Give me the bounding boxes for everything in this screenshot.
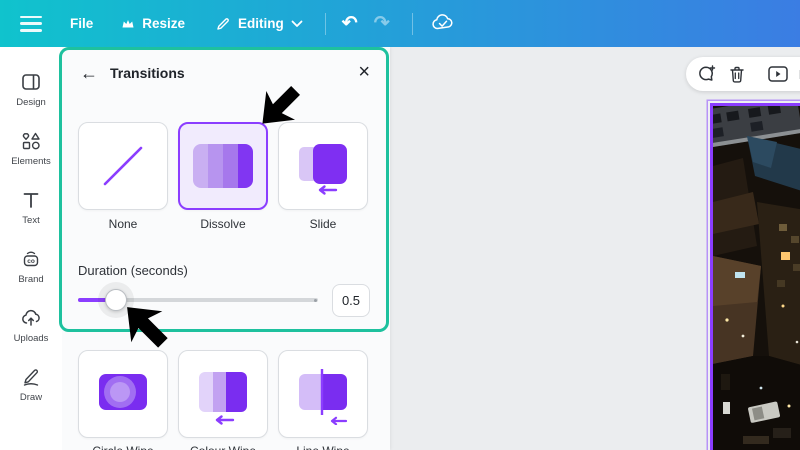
brand-icon: co — [23, 251, 39, 267]
sidebar-item-label: Uploads — [13, 333, 49, 344]
video-edit-icon[interactable] — [768, 66, 788, 82]
duration-slider[interactable] — [78, 282, 318, 318]
slide-transition-icon — [299, 144, 347, 195]
uploads-icon — [22, 309, 40, 326]
duration-label: Duration (seconds) — [78, 263, 188, 278]
line-wipe-transition-icon — [299, 369, 348, 425]
sidebar-item-text[interactable]: Text — [0, 178, 62, 237]
resize-label: Resize — [142, 16, 186, 31]
draw-icon — [23, 369, 39, 386]
page-actions-toolbar: E — [686, 57, 800, 91]
transition-label-dissolve: Dissolve — [200, 217, 246, 231]
sidebar-item-design[interactable]: Design — [0, 60, 62, 119]
crown-icon — [122, 19, 134, 27]
sidebar-item-brand[interactable]: co Brand — [0, 237, 62, 296]
transition-label-slide: Slide — [309, 217, 337, 231]
sidebar-item-label: Brand — [18, 274, 44, 285]
none-transition-icon — [103, 146, 143, 186]
sidebar-item-elements[interactable]: Elements — [0, 119, 62, 178]
redo-button[interactable]: ↷ — [374, 14, 390, 33]
file-menu-label: File — [70, 16, 94, 31]
transition-option-colour-wipe[interactable] — [178, 350, 268, 438]
transition-label-colour-wipe: Colour Wipe — [178, 444, 268, 450]
dissolve-transition-icon — [193, 144, 253, 188]
chevron-down-icon — [291, 20, 303, 27]
comment-icon[interactable] — [697, 64, 717, 84]
back-arrow-icon[interactable]: ← — [80, 63, 98, 84]
pencil-icon — [217, 17, 229, 30]
slider-end-marker — [314, 299, 317, 302]
top-bar: File Resize Editing ↶ ↷ — [0, 0, 800, 47]
elements-icon — [22, 132, 40, 150]
text-icon — [23, 193, 39, 208]
topbar-divider — [411, 12, 413, 35]
panel-header: ← Transitions × — [62, 61, 390, 91]
close-icon[interactable]: × — [358, 62, 370, 82]
trash-icon[interactable] — [728, 65, 746, 84]
canva-editor: File Resize Editing ↶ ↷ Design Elements … — [0, 0, 800, 450]
file-menu-button[interactable]: File — [70, 16, 93, 31]
resize-button[interactable]: Resize — [121, 16, 185, 31]
cloud-sync-icon[interactable] — [431, 13, 455, 35]
transition-option-none[interactable] — [78, 122, 168, 210]
circle-wipe-transition-icon — [99, 374, 147, 410]
sidebar-item-uploads[interactable]: Uploads — [0, 296, 62, 355]
svg-text:co: co — [27, 258, 35, 265]
undo-button[interactable]: ↶ — [342, 14, 358, 33]
transitions-panel: ← Transitions × None Dissolve Slide Dura… — [62, 47, 390, 450]
sidebar-item-label: Draw — [19, 392, 43, 403]
night-city-video-thumbnail — [713, 106, 800, 450]
sidebar-item-draw[interactable]: Draw — [0, 355, 62, 414]
sidebar-item-label: Design — [16, 97, 46, 108]
hamburger-menu-icon[interactable] — [20, 15, 42, 32]
transition-label-circle-wipe: Circle Wipe — [78, 444, 168, 450]
slider-thumb[interactable] — [105, 289, 127, 311]
sidebar-item-label: Elements — [11, 156, 51, 167]
editing-mode-label: Editing — [238, 16, 284, 31]
object-panel-sidebar: Design Elements Text co Brand Uploads Dr… — [0, 47, 62, 450]
selected-video-page[interactable] — [710, 103, 800, 450]
duration-value-input[interactable]: 0.5 — [332, 284, 370, 317]
sidebar-item-label: Text — [22, 215, 40, 226]
transition-option-dissolve[interactable] — [178, 122, 268, 210]
transition-option-slide[interactable] — [278, 122, 368, 210]
transition-label-none: None — [108, 217, 138, 231]
transition-option-line-wipe[interactable] — [278, 350, 368, 438]
transition-label-line-wipe: Line Wipe — [278, 444, 368, 450]
topbar-divider — [324, 12, 326, 35]
editing-mode-dropdown[interactable]: Editing — [215, 16, 303, 32]
panel-title: Transitions — [110, 65, 185, 81]
design-icon — [22, 74, 40, 90]
colour-wipe-transition-icon — [199, 372, 247, 425]
transition-option-circle-wipe[interactable] — [78, 350, 168, 438]
